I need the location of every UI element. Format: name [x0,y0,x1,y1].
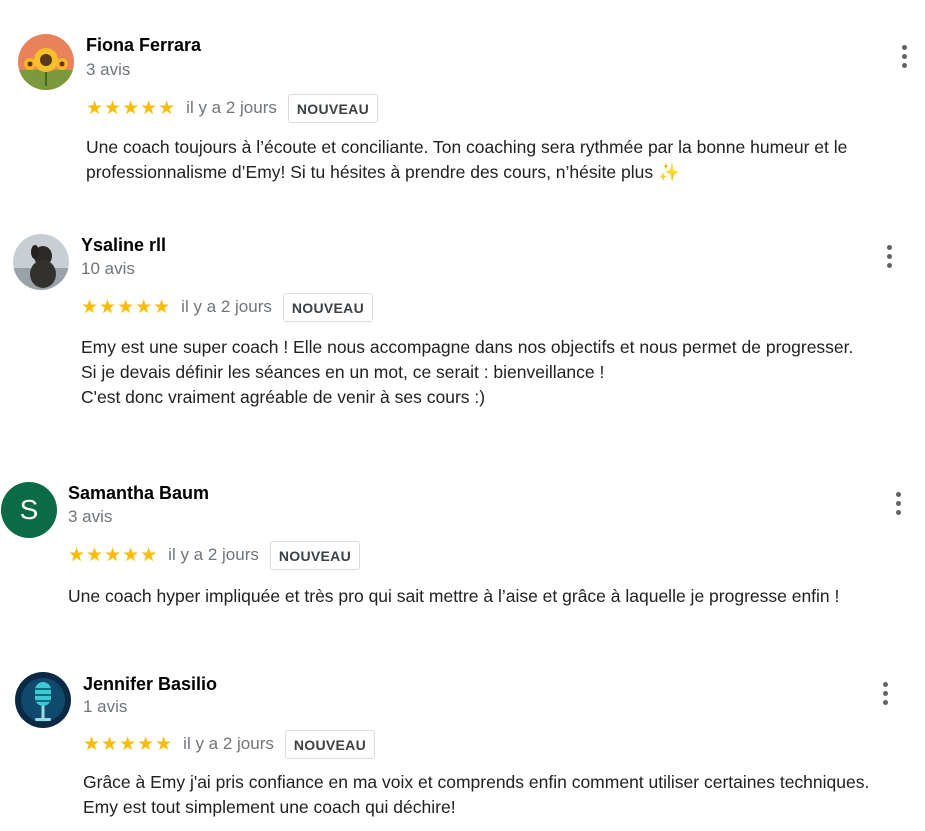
review-text-line: Grâce à Emy j'ai pris confiance en ma vo… [83,772,870,792]
avatar[interactable] [15,672,71,728]
review-date: il y a 2 jours [183,734,274,753]
review-meta: ★★★★★ il y a 2 jours NOUVEAU [83,729,375,759]
review-text-line: Emy est tout simplement une coach qui dé… [83,797,456,817]
star-rating: ★★★★★ [83,733,174,755]
new-badge: NOUVEAU [284,729,375,759]
review-text: Grâce à Emy j'ai pris confiance en ma vo… [83,770,923,831]
review-card: Jennifer Basilio 1 avis ★★★★★ il y a 2 j… [0,0,925,831]
microphone-photo-icon [15,672,71,728]
reviewer-name[interactable]: Jennifer Basilio [83,674,217,695]
review-count[interactable]: 1 avis [83,697,127,717]
more-options-icon[interactable] [873,677,897,709]
